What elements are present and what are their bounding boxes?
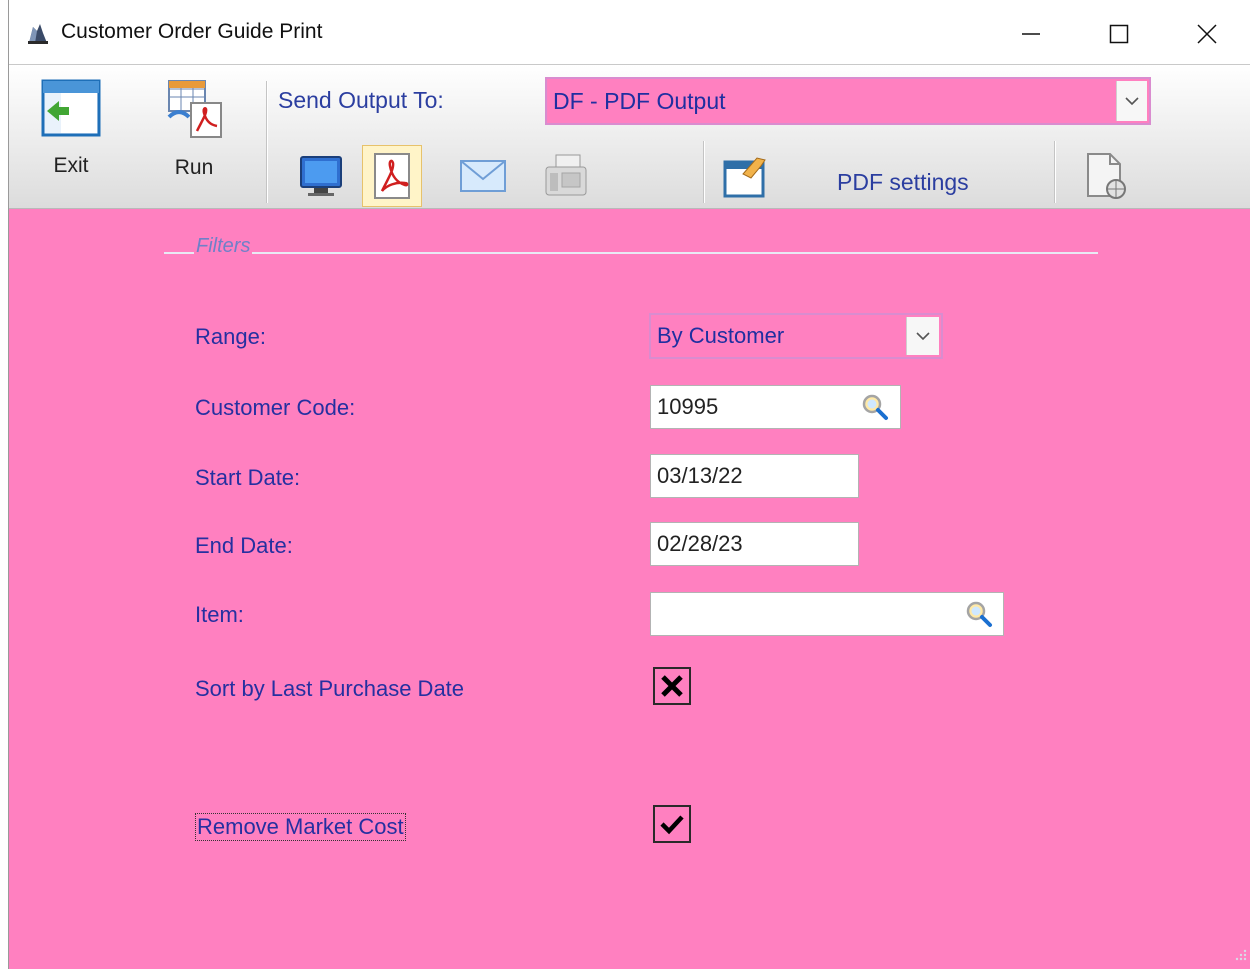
pdf-settings-icon[interactable] — [716, 145, 776, 207]
screen-icon[interactable] — [291, 145, 351, 207]
end-date-label: End Date: — [195, 533, 293, 558]
customer-code-field[interactable]: 10995 — [650, 385, 901, 429]
filters-divider — [164, 252, 1098, 254]
search-icon[interactable] — [861, 393, 889, 421]
run-label: Run — [174, 156, 214, 179]
exit-label: Exit — [53, 154, 89, 177]
start-date-label: Start Date: — [195, 465, 301, 490]
customer-code-label: Customer Code: — [195, 395, 356, 420]
exit-button[interactable]: Exit — [36, 79, 106, 178]
customer-code-value: 10995 — [657, 394, 719, 419]
pdf-settings-link[interactable]: PDF settings — [837, 169, 969, 196]
toolbar-separator — [1054, 141, 1056, 203]
start-date-value: 03/13/22 — [657, 463, 743, 488]
item-field[interactable] — [650, 592, 1004, 636]
chevron-down-icon[interactable] — [1116, 81, 1147, 121]
maximize-button[interactable] — [1097, 14, 1141, 54]
close-button[interactable] — [1185, 14, 1229, 54]
resize-grip-icon[interactable] — [1234, 948, 1248, 967]
run-report-icon — [163, 79, 225, 144]
exit-icon — [41, 79, 101, 142]
email-icon[interactable] — [453, 145, 513, 207]
window-title: Customer Order Guide Print — [61, 20, 323, 43]
minimize-button[interactable] — [1009, 14, 1053, 54]
filters-panel: Filters Range: By Customer Customer Code… — [9, 209, 1250, 969]
range-select[interactable]: By Customer — [649, 313, 943, 359]
remove-market-cost-checkbox[interactable] — [653, 805, 691, 843]
checkmark-icon — [660, 815, 684, 835]
pdf-icon[interactable] — [362, 145, 422, 207]
search-icon[interactable] — [965, 600, 993, 628]
sort-last-purchase-label: Sort by Last Purchase Date — [195, 676, 465, 701]
end-date-field[interactable]: 02/28/23 — [650, 522, 859, 566]
chevron-down-icon[interactable] — [906, 317, 939, 355]
item-label: Item: — [195, 602, 244, 627]
title-bar[interactable]: Customer Order Guide Print — [9, 0, 1250, 64]
send-output-label: Send Output To: — [278, 87, 444, 113]
start-date-field[interactable]: 03/13/22 — [650, 454, 859, 498]
end-date-value: 02/28/23 — [657, 531, 743, 556]
app-icon — [26, 21, 50, 45]
output-select[interactable]: DF - PDF Output — [545, 77, 1151, 125]
toolbar: Exit Run Send Output To: DF - PDF Output — [9, 64, 1250, 209]
output-select-value: DF - PDF Output — [553, 87, 726, 114]
sort-last-purchase-checkbox[interactable] — [653, 667, 691, 705]
filters-legend: Filters — [194, 235, 253, 258]
run-button[interactable]: Run — [159, 79, 229, 180]
range-select-value: By Customer — [657, 323, 785, 348]
range-label: Range: — [195, 324, 266, 349]
remove-market-cost-label[interactable]: Remove Market Cost — [195, 813, 406, 841]
toolbar-separator — [266, 81, 268, 203]
x-mark-icon — [661, 675, 683, 697]
toolbar-separator — [703, 141, 705, 203]
page-setup-icon[interactable] — [1075, 145, 1135, 207]
fax-icon[interactable] — [536, 145, 596, 207]
